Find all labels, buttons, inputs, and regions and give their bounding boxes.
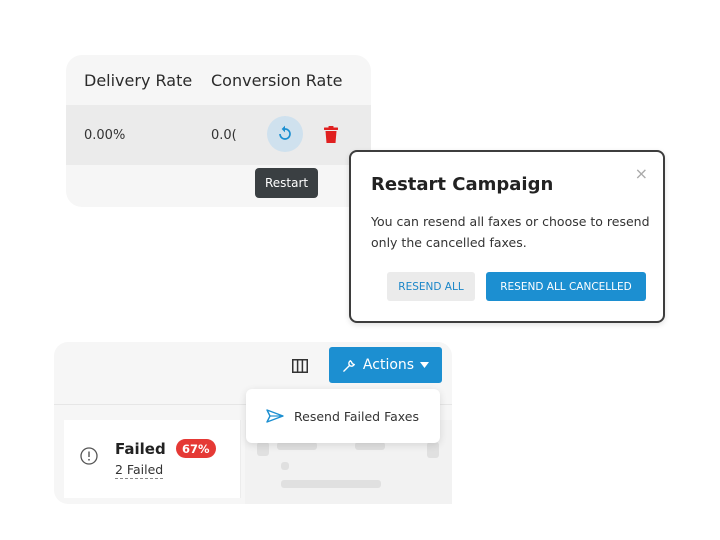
actions-label: Actions [362, 357, 415, 373]
restart-tooltip: Restart [255, 168, 319, 198]
blurred-block [427, 442, 439, 458]
dialog-message: You can resend all faxes or choose to re… [371, 214, 650, 250]
blurred-block [355, 442, 385, 450]
actions-button[interactable]: Actions [329, 347, 442, 383]
cell-conversion-rate: 0.0( [211, 128, 237, 143]
blurred-block [257, 442, 269, 456]
column-header-conversion-rate: Conversion Rate [211, 71, 343, 90]
dropdown-item-label: Resend Failed Faxes [294, 408, 420, 424]
delete-button[interactable] [322, 124, 340, 144]
alert-circle-icon [80, 447, 98, 465]
actions-dropdown: Resend Failed Faxes [246, 389, 440, 443]
close-icon[interactable]: × [635, 164, 648, 183]
resend-all-button[interactable]: RESEND ALL [387, 272, 475, 301]
cell-delivery-rate: 0.00% [84, 128, 126, 143]
status-percentage-badge: 67% [176, 439, 216, 458]
trash-icon [324, 125, 338, 143]
restart-campaign-dialog: × Restart Campaign You can resend all fa… [349, 150, 665, 323]
resend-all-cancelled-button[interactable]: RESEND ALL CANCELLED [486, 272, 646, 301]
dialog-title: Restart Campaign [371, 174, 554, 195]
restart-button[interactable] [267, 116, 303, 152]
caret-down-icon [420, 362, 430, 368]
blurred-block [277, 442, 317, 450]
columns-icon[interactable] [292, 359, 308, 373]
failed-status-card[interactable]: Failed 67% 2 Failed [64, 420, 241, 498]
failed-count-link[interactable]: 2 Failed [115, 462, 164, 479]
blurred-block [281, 462, 289, 470]
status-label: Failed [115, 440, 166, 458]
column-header-delivery-rate: Delivery Rate [84, 71, 193, 90]
blurred-block [281, 480, 381, 488]
restart-icon [279, 125, 291, 140]
resend-failed-faxes-item[interactable]: Resend Failed Faxes [246, 389, 440, 443]
tools-icon [343, 359, 356, 372]
send-icon [266, 409, 284, 423]
